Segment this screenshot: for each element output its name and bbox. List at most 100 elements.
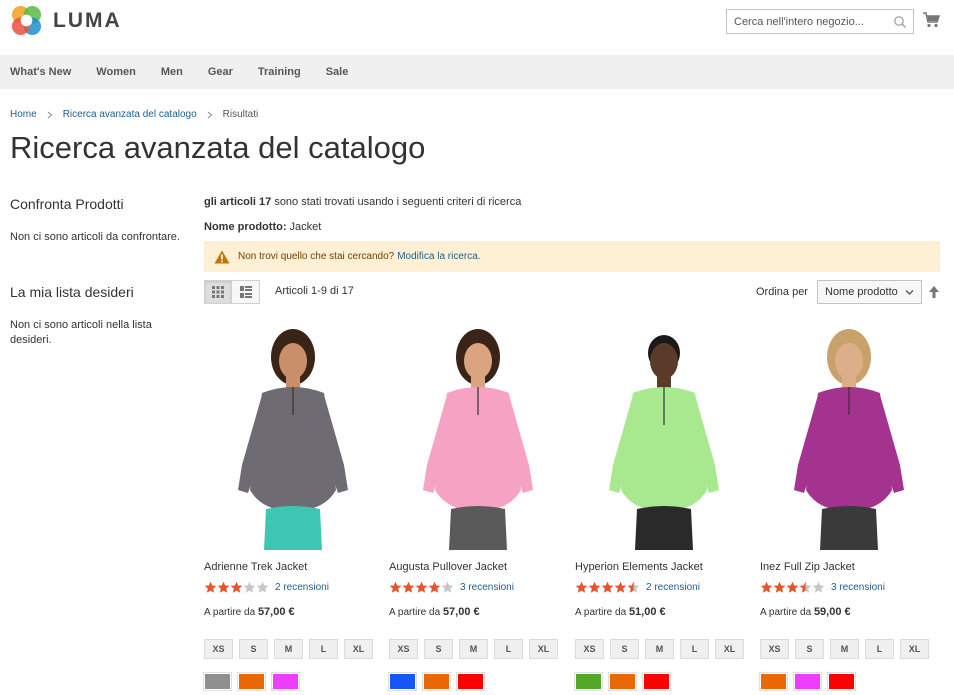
color-option[interactable] [642,672,671,691]
size-option[interactable]: L [680,639,709,659]
color-option[interactable] [422,672,451,691]
reviews-link[interactable]: 2 recensioni [646,582,700,593]
size-option[interactable]: S [795,639,824,659]
color-option[interactable] [388,672,417,691]
product-card[interactable]: Adrienne Trek Jacket 2 recensioni A partir… [203,325,382,691]
color-swatches [388,672,491,691]
size-option[interactable]: XS [389,639,418,659]
product-name[interactable]: Adrienne Trek Jacket [204,561,307,573]
chevron-right-icon [207,111,212,118]
breadcrumb-current: Risultati [222,109,259,120]
criteria-label: Nome prodotto: [204,221,287,233]
search-icon[interactable] [893,15,907,29]
product-image[interactable] [389,325,567,550]
list-view-button[interactable] [232,280,260,304]
breadcrumb: Home Ricerca avanzata del catalogo Risul… [10,109,258,120]
color-option[interactable] [574,672,603,691]
nav-item-sale[interactable]: Sale [326,66,349,78]
color-option[interactable] [759,672,788,691]
size-option[interactable]: XL [900,639,929,659]
product-rating: 3 recensioni [760,581,885,594]
star-icon [575,581,588,593]
view-modes [204,280,260,304]
product-image[interactable] [575,325,753,550]
price-value: 51,00 € [628,606,666,618]
breadcrumb-home[interactable]: Home [10,109,37,120]
size-option[interactable]: S [424,639,453,659]
color-option[interactable] [827,672,856,691]
size-option[interactable]: M [459,639,488,659]
size-option[interactable]: XS [204,639,233,659]
sort-by-value: Nome prodotto [825,286,898,298]
size-option[interactable]: L [865,639,894,659]
product-name[interactable]: Inez Full Zip Jacket [760,561,855,573]
size-option[interactable]: M [645,639,674,659]
product-name[interactable]: Hyperion Elements Jacket [575,561,703,573]
grid-view-button[interactable] [204,280,232,304]
size-option[interactable]: S [239,639,268,659]
sort-by-select[interactable]: Nome prodotto [817,280,922,304]
color-swatches [203,672,306,691]
breadcrumb-advanced-search[interactable]: Ricerca avanzata del catalogo [63,109,197,120]
product-price: A partire da 51,00 € [575,606,666,618]
rating-stars [575,581,640,594]
price-value: 57,00 € [257,606,295,618]
rating-stars [389,581,454,594]
criteria-value: Jacket [289,221,322,233]
product-name[interactable]: Augusta Pullover Jacket [389,561,507,573]
star-icon [812,581,825,593]
star-icon [799,581,812,593]
star-icon [389,581,402,593]
star-icon [256,581,269,593]
results-count: gli articoli 17 [204,196,272,208]
star-icon [786,581,799,593]
luma-logo-icon [11,5,42,36]
compare-title: Confronta Prodotti [10,196,124,212]
modify-search-link[interactable]: Modifica la ricerca. [397,251,480,262]
items-count: Articoli 1-9 di 17 [275,285,354,297]
color-option[interactable] [271,672,300,691]
size-option[interactable]: M [830,639,859,659]
color-option[interactable] [793,672,822,691]
rating-stars [760,581,825,594]
sort-direction-arrow-icon[interactable] [928,285,940,299]
size-option[interactable]: XL [344,639,373,659]
color-option[interactable] [456,672,485,691]
nav-item-gear[interactable]: Gear [208,66,233,78]
product-card[interactable]: Augusta Pullover Jacket 3 recensioni A par… [388,325,567,691]
warning-icon [214,250,230,263]
star-icon [217,581,230,593]
nav-item-women[interactable]: Women [96,66,136,78]
product-card[interactable]: Hyperion Elements Jacket 2 recensioni A pa… [574,325,753,691]
search-criteria: Nome prodotto: Jacket [204,221,940,233]
product-image[interactable] [204,325,382,550]
cart-icon[interactable] [922,11,940,29]
star-icon [760,581,773,593]
search-box[interactable] [726,9,914,34]
reviews-link[interactable]: 3 recensioni [831,582,885,593]
nav-item-training[interactable]: Training [258,66,301,78]
reviews-link[interactable]: 3 recensioni [460,582,514,593]
size-option[interactable]: XL [529,639,558,659]
page-title: Ricerca avanzata del catalogo [10,130,426,165]
star-icon [402,581,415,593]
search-input[interactable] [734,15,884,28]
nav-item-men[interactable]: Men [161,66,183,78]
color-option[interactable] [608,672,637,691]
size-option[interactable]: S [610,639,639,659]
size-option[interactable]: L [494,639,523,659]
product-card[interactable]: Inez Full Zip Jacket 3 recensioni A partir… [759,325,938,691]
color-option[interactable] [237,672,266,691]
product-image[interactable] [760,325,938,550]
size-option[interactable]: XS [760,639,789,659]
size-option[interactable]: XS [575,639,604,659]
reviews-link[interactable]: 2 recensioni [275,582,329,593]
color-option[interactable] [203,672,232,691]
size-option[interactable]: L [309,639,338,659]
logo[interactable]: LUMA [10,4,122,37]
grid-icon [212,286,224,298]
nav-item-whats-new[interactable]: What's New [10,66,71,78]
size-option[interactable]: M [274,639,303,659]
star-icon [204,581,217,593]
size-option[interactable]: XL [715,639,744,659]
